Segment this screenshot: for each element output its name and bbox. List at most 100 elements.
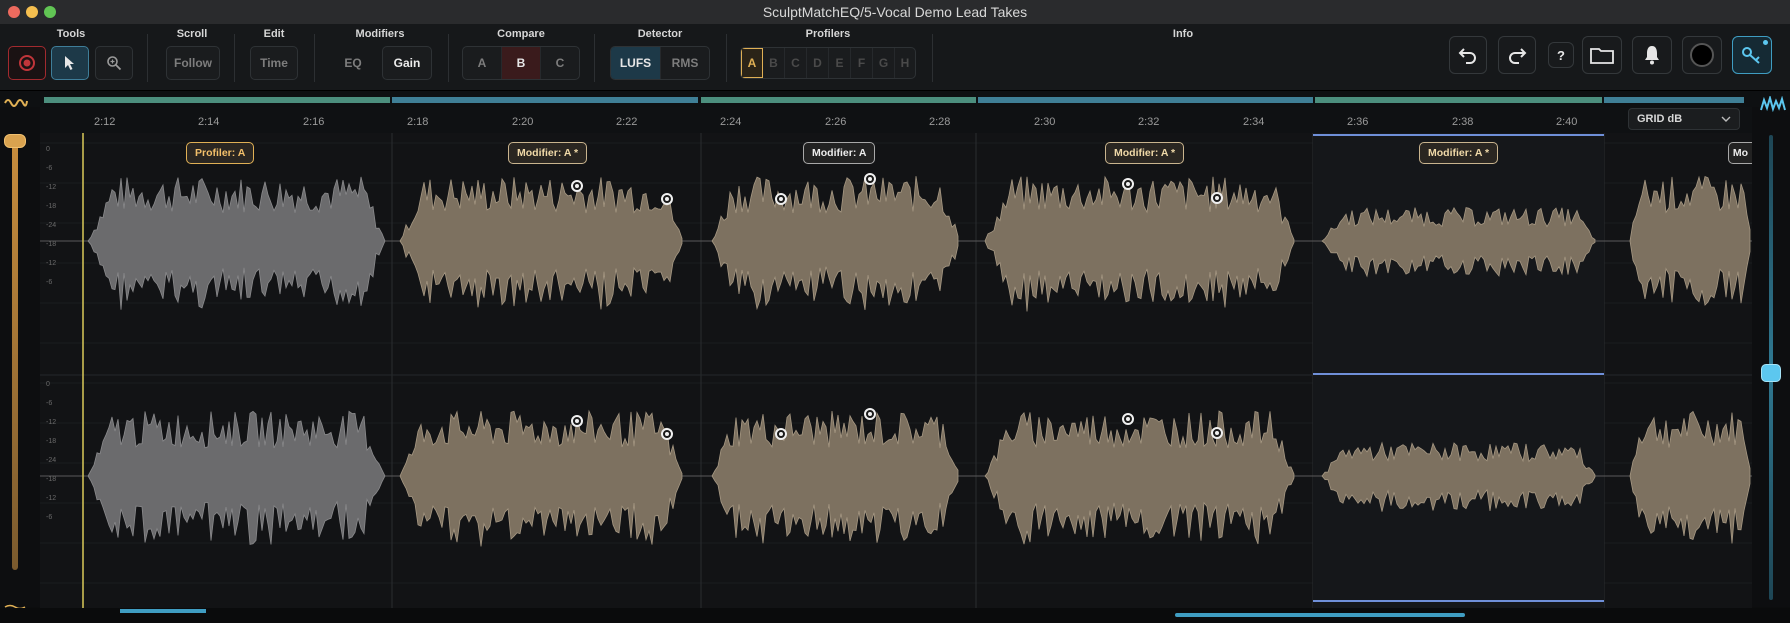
profiler-slot-h[interactable]: H	[895, 48, 915, 78]
open-folder-button[interactable]	[1582, 36, 1622, 74]
title-bar: SculptMatchEQ/5-Vocal Demo Lead Takes	[0, 0, 1790, 25]
tick-2-22: 2:22	[616, 116, 638, 128]
compare-selector: A B C	[462, 46, 580, 80]
waveform-clip	[87, 410, 386, 545]
tick-2-16: 2:16	[303, 116, 325, 128]
profiler-slot-b[interactable]: B	[763, 48, 785, 78]
horizontal-scrollbar[interactable]	[0, 608, 1790, 623]
folder-icon	[1590, 48, 1614, 64]
segment-tag-modifier-2[interactable]: Modifier: A	[803, 142, 876, 164]
db-scale-label: 0	[46, 381, 50, 388]
time-button[interactable]: Time	[250, 46, 298, 80]
spectrum-icon[interactable]	[1760, 96, 1786, 112]
peak-marker-dot	[575, 184, 579, 188]
db-scale-label: 0	[46, 146, 50, 153]
tick-2-18: 2:18	[407, 116, 429, 128]
rms-button[interactable]: RMS	[661, 47, 709, 79]
scroll-label: Scroll	[176, 28, 208, 40]
notifications-button[interactable]	[1632, 36, 1672, 74]
grid-db-value: GRID dB	[1637, 113, 1683, 125]
waveform-canvas[interactable]	[40, 133, 1752, 608]
compare-b-button[interactable]: B	[502, 47, 541, 79]
waveform-view[interactable]	[40, 133, 1752, 608]
db-scale-label: -24	[46, 457, 57, 464]
waveform-clip	[984, 410, 1295, 545]
waveform-clip	[1629, 175, 1751, 306]
lufs-button[interactable]: LUFS	[611, 47, 661, 79]
help-button[interactable]: ?	[1548, 42, 1574, 68]
pointer-icon	[65, 56, 74, 70]
segment-tag-modifier-5[interactable]: Mo	[1728, 142, 1752, 164]
peak-marker-dot	[575, 419, 579, 423]
tick-2-38: 2:38	[1452, 116, 1474, 128]
tick-2-28: 2:28	[929, 116, 951, 128]
time-ruler[interactable]: 2:12 2:14 2:16 2:18 2:20 2:22 2:24 2:26 …	[40, 107, 1752, 134]
gain-button[interactable]: Gain	[382, 46, 432, 80]
record-button[interactable]	[8, 46, 46, 80]
eq-button[interactable]: EQ	[330, 46, 376, 80]
compare-a-button[interactable]: A	[463, 47, 502, 79]
waveform-clip	[1629, 410, 1751, 544]
overview-bar	[44, 97, 1744, 103]
grid-db-dropdown[interactable]: GRID dB	[1628, 108, 1740, 130]
profilers-label: Profilers	[805, 28, 851, 40]
chevron-down-icon	[1721, 116, 1731, 122]
peak-marker-dot	[868, 412, 872, 416]
edit-label: Edit	[263, 28, 285, 40]
redo-button[interactable]	[1498, 36, 1536, 74]
undo-button[interactable]	[1449, 36, 1487, 74]
tick-2-24: 2:24	[720, 116, 742, 128]
info-label: Info	[1172, 28, 1194, 40]
left-gain-slider-handle[interactable]	[4, 134, 26, 148]
record-icon	[19, 55, 35, 71]
db-scale-label: -18	[46, 203, 57, 210]
waveform-clip	[399, 177, 683, 310]
peak-marker-dot	[1215, 196, 1219, 200]
profiler-slot-c[interactable]: C	[785, 48, 807, 78]
detector-label: Detector	[637, 28, 683, 40]
compare-c-button[interactable]: C	[541, 47, 579, 79]
profiler-slot-e[interactable]: E	[829, 48, 851, 78]
segment-tag-profiler-a[interactable]: Profiler: A	[186, 142, 255, 164]
waveform-clip	[87, 176, 386, 310]
waveform-clip	[399, 409, 683, 547]
brand-logo-button[interactable]	[1682, 36, 1722, 74]
waveform-clip	[711, 410, 959, 544]
db-scale-label: -18	[46, 438, 57, 445]
db-scale-label: -6	[46, 279, 53, 286]
tools-label: Tools	[56, 28, 86, 40]
tick-2-14: 2:14	[198, 116, 220, 128]
tick-2-30: 2:30	[1034, 116, 1056, 128]
tick-2-12: 2:12	[94, 116, 116, 128]
undo-icon	[1458, 48, 1476, 64]
segment-tag-modifier-3[interactable]: Modifier: A *	[1105, 142, 1185, 164]
follow-button[interactable]: Follow	[166, 46, 220, 80]
logo-icon	[1690, 43, 1714, 67]
zoom-icon	[107, 56, 122, 71]
segment-tag-modifier-4[interactable]: Modifier: A *	[1419, 142, 1499, 164]
waveform-clip	[711, 176, 959, 311]
left-gain-slider-track[interactable]	[12, 138, 18, 570]
license-key-button[interactable]	[1732, 36, 1772, 74]
waveform-clip	[984, 175, 1295, 312]
db-scale-label: -12	[46, 495, 57, 502]
segment-tag-modifier-1[interactable]: Modifier: A *	[508, 142, 588, 164]
waveform-icon[interactable]	[4, 96, 28, 110]
pointer-tool-button[interactable]	[51, 46, 89, 80]
scrollbar-thumb[interactable]	[1175, 613, 1465, 617]
db-scale-label: -12	[46, 260, 57, 267]
profiler-slot-d[interactable]: D	[807, 48, 829, 78]
key-status-dot	[1763, 40, 1768, 45]
right-gain-slider-handle[interactable]	[1761, 364, 1781, 382]
tick-2-34: 2:34	[1243, 116, 1265, 128]
toolbar: Tools Scroll Follow Edit Time Modifiers …	[0, 24, 1790, 91]
profiler-slot-f[interactable]: F	[851, 48, 873, 78]
profiler-slot-a[interactable]: A	[741, 48, 763, 78]
zoom-tool-button[interactable]	[95, 46, 133, 80]
peak-marker-dot	[1126, 417, 1130, 421]
redo-icon	[1509, 48, 1527, 64]
profiler-slot-g[interactable]: G	[873, 48, 895, 78]
db-scale-label: -12	[46, 419, 57, 426]
detector-selector: LUFS RMS	[610, 46, 710, 80]
overview-strip[interactable]	[0, 91, 1790, 107]
